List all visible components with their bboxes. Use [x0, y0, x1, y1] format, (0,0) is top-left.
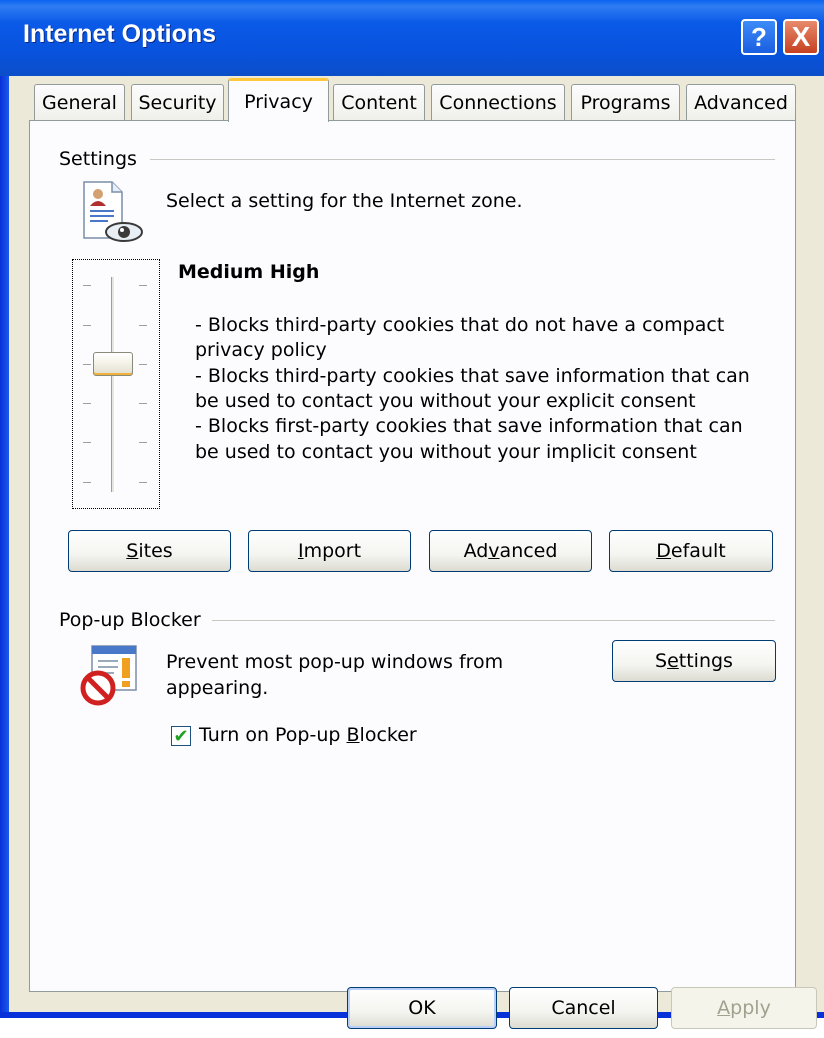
popup-blocker-checkbox-label[interactable]: Turn on Pop-up Blocker	[199, 724, 417, 746]
slider-tick	[83, 364, 91, 365]
level-description-line: - Blocks third-party cookies that save i…	[195, 365, 750, 387]
level-description-line: privacy policy	[195, 339, 327, 361]
settings-group-line	[150, 159, 775, 160]
button-label-accelerator: S	[126, 540, 139, 562]
checkbox-label-accelerator: B	[346, 724, 360, 746]
close-icon: X	[791, 21, 811, 52]
tab-label: Security	[138, 91, 217, 114]
slider-tick	[139, 403, 147, 404]
popup-blocker-checkbox[interactable]: ✔	[171, 725, 191, 747]
button-label: ttings	[678, 650, 733, 672]
privacy-level-title: Medium High	[178, 261, 320, 283]
help-button[interactable]: ?	[741, 19, 777, 55]
slider-tick	[139, 364, 147, 365]
tab-label: Advanced	[694, 91, 788, 114]
tab-label: Connections	[439, 91, 557, 114]
slider-tick	[83, 403, 91, 404]
tab-label: General	[42, 91, 117, 114]
slider-tick	[83, 285, 91, 286]
title-bar[interactable]: Internet Options ? X	[0, 0, 824, 76]
tab-programs[interactable]: Programs	[571, 84, 680, 120]
ok-button[interactable]: OK	[347, 987, 497, 1029]
checkbox-label-text: Turn on Pop-up	[199, 724, 347, 746]
tab-general[interactable]: General	[34, 84, 125, 120]
slider-tick	[139, 482, 147, 483]
import-button[interactable]: Import	[248, 530, 411, 572]
tab-connections[interactable]: Connections	[431, 84, 565, 120]
sites-button[interactable]: Sites	[68, 530, 231, 572]
window-border-left	[0, 0, 9, 1018]
popup-settings-button[interactable]: Se ttings	[612, 640, 776, 682]
button-label: pply	[730, 997, 771, 1019]
tab-privacy[interactable]: Privacy	[228, 78, 329, 122]
zone-instruction: Select a setting for the Internet zone.	[166, 190, 523, 212]
slider-tick	[139, 285, 147, 286]
internet-options-window: Internet Options ? X General Security Pr…	[0, 0, 824, 1029]
privacy-level-slider[interactable]	[72, 259, 160, 509]
cancel-button[interactable]: Cancel	[509, 987, 658, 1029]
tab-content[interactable]: Content	[333, 84, 425, 120]
button-label: efault	[670, 540, 726, 562]
slider-tick	[83, 325, 91, 326]
checkbox-label-text: locker	[359, 724, 417, 746]
tab-security[interactable]: Security	[131, 84, 224, 120]
button-label: ites	[138, 540, 173, 562]
button-label: Ad	[463, 540, 489, 562]
slider-thumb[interactable]	[93, 352, 133, 376]
settings-group-label: Settings	[59, 148, 145, 170]
button-label: S	[655, 650, 668, 672]
slider-tick	[83, 442, 91, 443]
button-label: anced	[499, 540, 558, 562]
tab-label: Programs	[580, 91, 671, 114]
popup-group-label: Pop-up Blocker	[59, 609, 209, 631]
button-label-accelerator: v	[488, 540, 500, 562]
level-description-line: - Blocks third-party cookies that do not…	[195, 314, 725, 336]
popup-description-line: Prevent most pop-up windows from	[166, 651, 504, 673]
popup-blocker-icon	[80, 645, 137, 706]
button-label: mport	[303, 540, 362, 562]
privacy-document-icon	[83, 181, 143, 242]
popup-group-line	[212, 620, 775, 621]
level-description-line: be used to contact you without your impl…	[195, 441, 697, 463]
level-description-line: be used to contact you without your expl…	[195, 390, 696, 412]
default-button[interactable]: Default	[609, 530, 773, 572]
slider-track	[111, 277, 115, 492]
popup-description-line: appearing.	[166, 677, 269, 699]
help-icon: ?	[751, 21, 767, 52]
checkmark-icon: ✔	[173, 725, 189, 747]
window-title: Internet Options	[23, 20, 217, 48]
tab-label: Privacy	[244, 90, 313, 113]
slider-tick	[83, 482, 91, 483]
slider-tick	[139, 442, 147, 443]
button-label-accelerator: e	[667, 650, 679, 672]
button-label-accelerator: A	[717, 997, 731, 1019]
level-description-line: - Blocks first-party cookies that save i…	[195, 415, 743, 437]
button-label: Cancel	[551, 997, 616, 1019]
advanced-button[interactable]: Ad v anced	[429, 530, 592, 572]
close-button[interactable]: X	[783, 19, 819, 55]
button-label: OK	[408, 997, 436, 1019]
apply-button[interactable]: Apply	[671, 987, 817, 1029]
button-label-accelerator: D	[656, 540, 671, 562]
tab-advanced[interactable]: Advanced	[686, 84, 796, 120]
slider-tick	[139, 325, 147, 326]
tab-label: Content	[341, 91, 417, 114]
